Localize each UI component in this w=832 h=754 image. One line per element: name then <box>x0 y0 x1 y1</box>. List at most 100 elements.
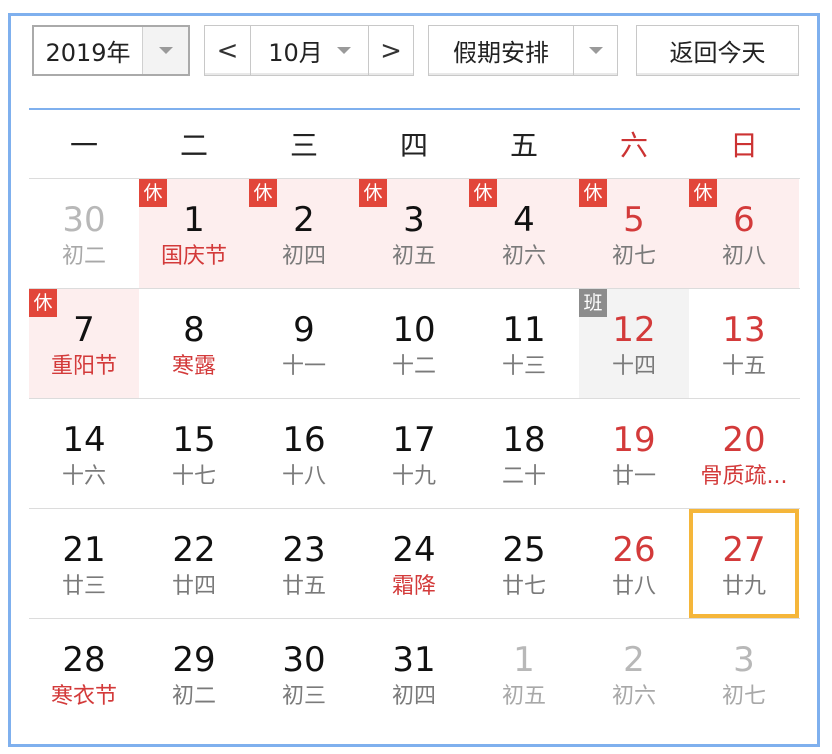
lunar-date: 廿九 <box>721 574 766 599</box>
lunar-date: 廿七 <box>501 574 546 599</box>
month-value: 10月 <box>268 39 323 67</box>
lunar-date: 十五 <box>721 354 766 379</box>
day-number: 7 <box>73 310 95 350</box>
calendar-week-row: 14 十六 15 十七 16 十八 17 十九 18 二十 19 廿一 20 骨质疏... <box>29 398 800 508</box>
lunar-date: 初三 <box>281 684 326 709</box>
day-cell[interactable]: 23 廿五 <box>249 509 359 618</box>
day-cell[interactable]: 30 初二 <box>29 179 139 288</box>
day-number: 28 <box>62 640 106 680</box>
holiday-select[interactable]: 假期安排 <box>428 25 618 76</box>
holiday-dropdown-button[interactable] <box>573 26 617 75</box>
day-cell[interactable]: 休 4 初六 <box>469 179 579 288</box>
calendar-week-row: 21 廿三 22 廿四 23 廿五 24 霜降 25 廿七 26 廿八 27 廿九 <box>29 508 800 618</box>
festival-label: 寒露 <box>171 354 216 379</box>
day-cell[interactable]: 26 廿八 <box>579 509 689 618</box>
lunar-date: 十二 <box>391 354 436 379</box>
day-cell[interactable]: 9 十一 <box>249 289 359 398</box>
day-cell[interactable]: 11 十三 <box>469 289 579 398</box>
lunar-date: 廿八 <box>611 574 656 599</box>
calendar-week-row: 休 7 重阳节 8 寒露 9 十一 10 十二 11 十三班 12 十四 13 十五 <box>29 288 800 398</box>
day-number: 30 <box>62 200 106 240</box>
festival-label: 寒衣节 <box>50 684 117 709</box>
day-number: 16 <box>282 420 326 460</box>
chevron-down-icon <box>588 47 603 54</box>
lunar-date: 十六 <box>61 464 106 489</box>
lunar-date: 初六 <box>611 684 656 709</box>
day-cell[interactable]: 25 廿七 <box>469 509 579 618</box>
back-to-today-button[interactable]: 返回今天 <box>636 25 799 76</box>
day-cell[interactable]: 休 6 初八 <box>689 179 799 288</box>
lunar-date: 十九 <box>391 464 436 489</box>
lunar-date: 廿一 <box>611 464 656 489</box>
day-number: 4 <box>513 200 535 240</box>
next-month-button[interactable]: > <box>368 26 413 75</box>
festival-label: 重阳节 <box>50 354 117 379</box>
day-cell[interactable]: 24 霜降 <box>359 509 469 618</box>
day-number: 2 <box>623 640 645 680</box>
day-cell[interactable]: 16 十八 <box>249 399 359 508</box>
day-cell[interactable]: 30 初三 <box>249 619 359 728</box>
day-cell[interactable]: 休 2 初四 <box>249 179 359 288</box>
day-number: 9 <box>293 310 315 350</box>
day-cell[interactable]: 10 十二 <box>359 289 469 398</box>
day-number: 29 <box>172 640 216 680</box>
year-select[interactable]: 2019年 <box>32 25 190 76</box>
day-cell[interactable]: 休 7 重阳节 <box>29 289 139 398</box>
day-cell[interactable]: 1 初五 <box>469 619 579 728</box>
chevron-down-icon <box>336 47 351 54</box>
day-number: 24 <box>392 530 436 570</box>
day-cell[interactable]: 15 十七 <box>139 399 249 508</box>
lunar-date: 初二 <box>171 684 216 709</box>
month-select[interactable]: 10月 <box>250 26 368 75</box>
lunar-date: 廿五 <box>281 574 326 599</box>
day-cell[interactable]: 17 十九 <box>359 399 469 508</box>
day-number: 10 <box>392 310 436 350</box>
day-cell[interactable]: 18 二十 <box>469 399 579 508</box>
day-number: 3 <box>733 640 755 680</box>
day-cell[interactable]: 休 3 初五 <box>359 179 469 288</box>
year-value: 2019年 <box>45 39 131 67</box>
lunar-date: 初八 <box>721 244 766 269</box>
day-cell[interactable]: 22 廿四 <box>139 509 249 618</box>
lunar-date: 初七 <box>721 684 766 709</box>
lunar-date: 初七 <box>611 244 656 269</box>
day-cell[interactable]: 休 1 国庆节 <box>139 179 249 288</box>
day-number: 31 <box>392 640 436 680</box>
day-cell[interactable]: 21 廿三 <box>29 509 139 618</box>
lunar-date: 十七 <box>171 464 216 489</box>
lunar-date: 初四 <box>391 684 436 709</box>
day-cell[interactable]: 13 十五 <box>689 289 799 398</box>
day-cell[interactable]: 31 初四 <box>359 619 469 728</box>
day-number: 3 <box>403 200 425 240</box>
day-number: 2 <box>293 200 315 240</box>
prev-month-button[interactable]: < <box>205 26 250 75</box>
day-number: 22 <box>172 530 216 570</box>
day-number: 19 <box>612 420 656 460</box>
header-divider <box>29 108 800 110</box>
day-cell[interactable]: 20 骨质疏... <box>689 399 799 508</box>
day-number: 26 <box>612 530 656 570</box>
day-number: 20 <box>722 420 766 460</box>
day-cell[interactable]: 2 初六 <box>579 619 689 728</box>
day-cell[interactable]: 29 初二 <box>139 619 249 728</box>
year-dropdown-button[interactable] <box>142 27 188 74</box>
day-number: 18 <box>502 420 546 460</box>
weekday-label: 日 <box>729 129 758 162</box>
day-number: 27 <box>722 530 766 570</box>
day-cell[interactable]: 休 5 初七 <box>579 179 689 288</box>
day-cell[interactable]: 3 初七 <box>689 619 799 728</box>
day-number: 1 <box>513 640 535 680</box>
day-cell[interactable]: 班 12 十四 <box>579 289 689 398</box>
weekday-label: 一 <box>69 129 98 162</box>
lunar-date: 廿四 <box>171 574 216 599</box>
lunar-date: 十四 <box>611 354 656 379</box>
weekday-header: 一 二 三 四 五 六 日 <box>29 112 800 176</box>
festival-label: 国庆节 <box>160 244 227 269</box>
lunar-date: 初六 <box>501 244 546 269</box>
day-cell[interactable]: 14 十六 <box>29 399 139 508</box>
day-cell-today[interactable]: 27 廿九 <box>689 509 799 618</box>
day-cell[interactable]: 19 廿一 <box>579 399 689 508</box>
weekday-label: 三 <box>289 129 318 162</box>
day-cell[interactable]: 28 寒衣节 <box>29 619 139 728</box>
day-cell[interactable]: 8 寒露 <box>139 289 249 398</box>
